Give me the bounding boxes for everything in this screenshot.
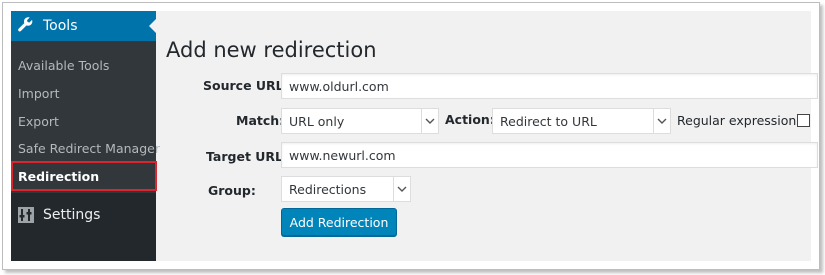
menu-settings[interactable]: Settings [11,202,156,228]
target-url-input[interactable] [281,142,818,168]
source-url-label: Source URL: [203,78,289,93]
match-label: Match: [236,113,285,128]
group-label: Group: [208,183,256,198]
main-content: Add new redirection Source URL: Match: U… [166,11,818,261]
submenu-item-import[interactable]: Import [18,86,60,101]
target-url-label: Target URL: [206,149,289,164]
current-menu-arrow [149,19,156,33]
submenu-item-export[interactable]: Export [18,114,59,129]
chevron-down-icon [393,177,410,201]
menu-settings-label: Settings [43,207,101,223]
settings-icon [18,207,34,223]
screenshot-frame: Tools Available Tools Import Export Safe… [2,2,820,270]
submenu-item-available-tools[interactable]: Available Tools [18,58,109,73]
regex-label: Regular expression: [677,113,801,128]
admin-sidebar: Tools Available Tools Import Export Safe… [11,11,160,261]
match-select-value: URL only [289,113,345,129]
menu-tools-label: Tools [43,18,78,34]
highlight-box [11,161,157,191]
source-url-input[interactable] [281,73,818,99]
submenu-item-safe-redirect-manager[interactable]: Safe Redirect Manager [18,141,160,156]
admin-area: Tools Available Tools Import Export Safe… [11,11,818,261]
wrench-icon [18,17,33,32]
action-select[interactable]: Redirect to URL [492,108,671,134]
group-select[interactable]: Redirections [281,176,411,202]
match-select[interactable]: URL only [281,108,439,134]
add-redirection-button[interactable]: Add Redirection [281,208,397,236]
regex-checkbox[interactable] [797,114,810,127]
action-label: Action: [445,112,495,127]
page-title: Add new redirection [166,38,377,62]
chevron-down-icon [421,109,438,133]
group-select-value: Redirections [289,181,367,197]
action-select-value: Redirect to URL [500,113,597,129]
menu-tools[interactable]: Tools [11,11,156,41]
chevron-down-icon [653,109,670,133]
